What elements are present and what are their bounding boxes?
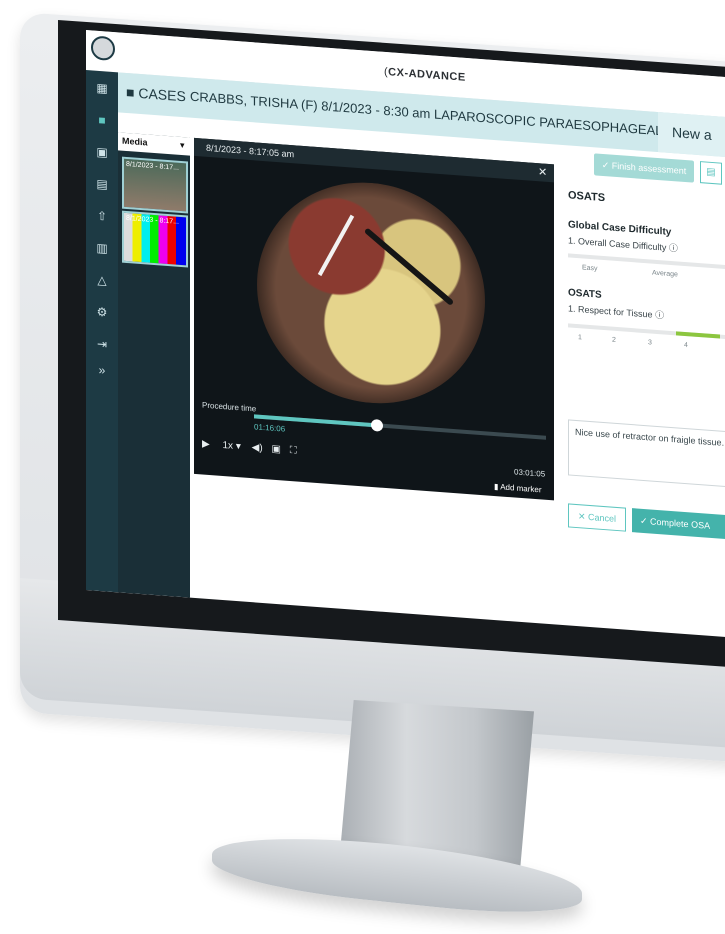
tissue-selected-segment [676,331,720,339]
procedure-time-label: Procedure time [202,400,257,414]
question-respect-tissue-text: 1. Respect for Tissue [568,303,653,320]
current-time: 01:16:06 [254,422,286,434]
breadcrumb-new-label: New a [672,124,712,143]
assessment-heading: OSATS [568,189,606,205]
help-icon[interactable]: ⓘ [655,310,664,321]
scale-number: 4 [684,341,688,350]
logout-icon[interactable]: ⇥ [93,335,111,354]
id-card-icon[interactable]: ▣ [93,143,111,162]
breadcrumb-cases[interactable]: ■ CASES [126,84,186,104]
player-header: 8/1/2023 - 8:17:05 am ✕ [194,137,554,183]
help-icon[interactable]: ⓘ [669,243,678,254]
media-label: Media [122,135,148,148]
dashboard-icon[interactable]: ▦ [93,79,111,98]
total-time: 03:01:05 [514,467,546,479]
media-header[interactable]: Media ▾ [118,132,190,156]
media-thumbnail[interactable]: 8/1/2023 - 8:17... [122,156,188,214]
document-icon[interactable]: ▤ [93,175,111,194]
video-player: 8/1/2023 - 8:17:05 am ✕ Procedure time 0… [194,137,554,501]
progress-track[interactable] [254,414,546,440]
upload-icon[interactable]: ⇧ [93,207,111,226]
complete-osats-button[interactable]: ✓ Complete OSA [632,508,725,544]
question-overall-difficulty-text: 1. Overall Case Difficulty [568,235,667,253]
video-title: 8/1/2023 - 8:17:05 am [206,142,295,160]
add-marker-button[interactable]: ▮ Add marker [494,482,542,494]
player-controls: ▶ 1x ▾ ◀) ▣ ⛶ [202,439,297,457]
finish-assessment-button[interactable]: ✓ Finish assessment [594,153,694,183]
scale-number: 3 [648,339,652,347]
report-icon[interactable]: ▥ [93,239,111,258]
progress-handle[interactable] [370,418,383,432]
tissue-scale[interactable] [568,323,725,344]
question-respect-tissue: 1. Respect for Tissue ⓘ [568,301,664,321]
settings-icon[interactable]: ⚙ [93,303,111,322]
difficulty-label-easy: Easy [582,264,598,273]
section-osats: OSATS [568,287,602,301]
surgical-video-frame[interactable] [257,174,485,412]
folder-icon[interactable]: ■ [93,111,111,130]
speed-value: 1x [222,440,234,452]
bookmark-icon: ▮ [494,481,499,492]
scale-number: 2 [612,336,616,344]
media-sidebar: Media ▾ 8/1/2023 - 8:17... 8/1/2023 - 8:… [118,132,190,598]
fullscreen-icon[interactable]: ⛶ [290,445,297,457]
play-icon[interactable]: ▶ [202,439,210,451]
finish-assessment-label: Finish assessment [611,160,687,177]
expand-icon[interactable]: » [93,361,111,380]
cancel-label: Cancel [588,511,617,524]
chevron-down-icon[interactable]: ▾ [180,140,185,151]
scale-number: 1 [578,334,582,342]
breadcrumb-new-assessment[interactable]: New a [658,112,725,164]
difficulty-label-average: Average [652,269,678,279]
app-logo: (CX-ADVANCE [384,65,466,84]
app-screen: (CX-ADVANCE ▦ ■ ▣ ▤ ⇧ ▥ △ ⚙ ⇥ » ■ CASES … [86,30,725,642]
save-icon[interactable]: ▤ [700,161,722,185]
comment-field[interactable]: Nice use of retractor on fraigle tissue. [568,419,725,492]
speed-select[interactable]: 1x ▾ [222,440,240,452]
warning-icon[interactable]: △ [93,271,111,290]
left-nav-rail: ▦ ■ ▣ ▤ ⇧ ▥ △ ⚙ ⇥ » [86,35,118,593]
close-icon[interactable]: ✕ [538,165,547,179]
complete-osats-label: Complete OSA [650,516,711,531]
assessment-panel: OSATS Global Case Difficulty 1. Overall … [568,183,725,640]
volume-icon[interactable]: ◀) [252,442,263,454]
cancel-button[interactable]: ✕ Cancel [568,503,626,532]
media-thumbnail-label: 8/1/2023 - 8:17... [126,160,179,172]
snapshot-icon[interactable]: ▣ [271,444,280,456]
add-marker-label: Add marker [500,482,542,495]
media-thumbnail-label: 8/1/2023 - 8:17... [126,214,179,226]
media-thumbnail[interactable]: 8/1/2023 - 8:17... [122,210,188,268]
